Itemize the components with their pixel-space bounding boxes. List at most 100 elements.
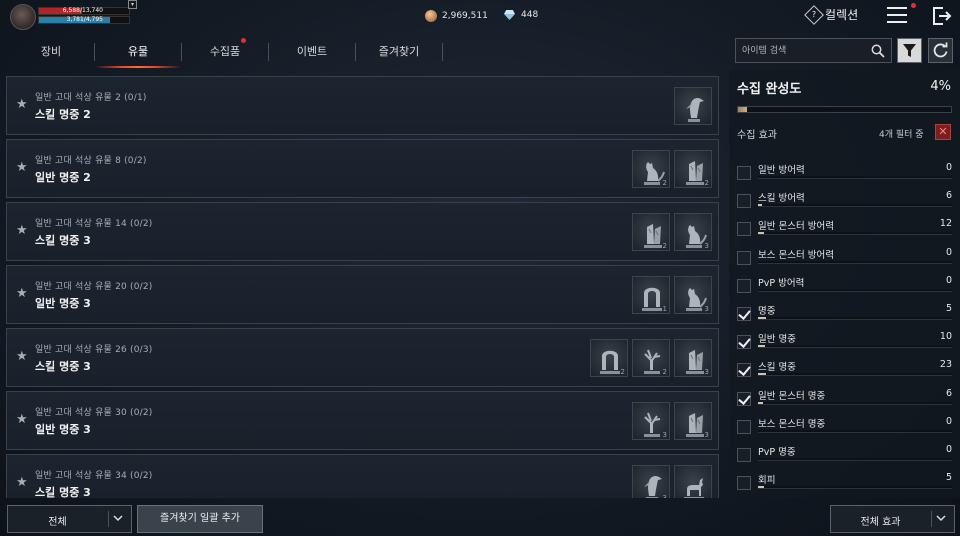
tab-collectibles[interactable]: 수집품 — [182, 38, 268, 64]
stat-filter-checkbox[interactable] — [737, 363, 751, 378]
relic-item-slot[interactable]: 3 — [674, 276, 712, 314]
relic-row[interactable]: ★ 일반 고대 석상 유물 8 (0/2) 일반 명중 222 — [6, 139, 719, 198]
stat-filter-checkbox[interactable] — [737, 448, 751, 462]
relic-item-slot[interactable]: 3 — [632, 465, 670, 498]
gem-amount: 448 — [521, 10, 539, 20]
item-count: 2 — [620, 368, 625, 376]
stat-filter-checkbox[interactable] — [737, 476, 751, 491]
stat-progress-bar — [758, 260, 952, 264]
relic-item-slot[interactable]: 3 — [632, 402, 670, 440]
stat-filter-checkbox[interactable] — [737, 419, 751, 434]
relic-filter-dropdown[interactable]: 전체 — [7, 505, 132, 533]
item-search-input[interactable] — [742, 43, 867, 59]
funnel-icon — [903, 44, 916, 57]
relic-set-name: 일반 고대 석상 유물 30 (0/2) — [35, 408, 153, 418]
tab-events[interactable]: 이벤트 — [269, 40, 355, 64]
relic-row[interactable]: ★ 일반 고대 석상 유물 26 (0/3) 스킬 명중 3 2 2 3 — [6, 328, 719, 387]
item-count: 3 — [662, 494, 667, 498]
refresh-icon — [933, 42, 948, 58]
item-search-box[interactable] — [735, 38, 892, 63]
item-count: 3 — [704, 368, 709, 376]
favorite-star-icon[interactable]: ★ — [16, 349, 28, 364]
relic-list[interactable]: ★ 일반 고대 석상 유물 2 (0/1) 스킬 명중 2 ★ 일반 고대 석상 유물 … — [6, 76, 720, 498]
favorite-star-icon[interactable]: ★ — [16, 286, 28, 301]
dropdown-divider — [931, 511, 932, 527]
relic-row[interactable]: ★ 일반 고대 석상 유물 2 (0/1) 스킬 명중 2 — [6, 76, 719, 135]
stat-filter-checkbox[interactable] — [737, 166, 751, 180]
relic-row[interactable]: ★ 일반 고대 석상 유물 14 (0/2) 스킬 명중 323 — [6, 202, 719, 261]
completion-progress-bar — [737, 106, 952, 113]
stat-filter-checkbox[interactable] — [737, 194, 751, 209]
relic-item-slot[interactable]: 3 — [674, 213, 712, 251]
stat-name: 보스 몬스터 방어력 — [758, 249, 834, 261]
stat-progress-bar — [758, 317, 952, 320]
stat-row: 일반 몬스터 명중 6 — [737, 387, 952, 415]
relic-item-slot[interactable]: 3 — [674, 402, 712, 440]
relic-item-slot[interactable]: 2 — [632, 213, 670, 251]
favorite-star-icon[interactable]: ★ — [16, 97, 28, 112]
relic-set-name: 일반 고대 석상 유물 26 (0/3) — [35, 345, 153, 355]
relic-item-slot[interactable]: 2 — [632, 339, 670, 377]
filter-button[interactable] — [897, 38, 922, 63]
stat-filter-checkbox[interactable] — [737, 250, 751, 265]
effect-filter-value: 전체 효과 — [860, 517, 901, 528]
tab-relics[interactable]: 유물 — [95, 40, 181, 68]
stat-name: PvP 명중 — [758, 447, 796, 458]
avatar[interactable] — [10, 4, 36, 30]
stat-row: 일반 몬스터 방어력 12 — [737, 217, 952, 245]
completion-percent: 4% — [930, 79, 951, 94]
relic-effect: 스킬 명중 3 — [35, 234, 91, 247]
stat-row: 스킬 방어력 6 — [737, 189, 952, 217]
top-bar: 6,588/13,740 3,781/4,795 ▾ 2,969,511 448… — [0, 0, 960, 36]
relic-item-slot[interactable]: 2 — [674, 150, 712, 188]
relic-row[interactable]: ★ 일반 고대 석상 유물 20 (0/2) 일반 명중 313 — [6, 265, 719, 324]
stat-name: 일반 방어력 — [758, 165, 805, 176]
mp-bar: 3,781/4,795 — [38, 16, 130, 24]
stat-filter-checkbox[interactable] — [737, 307, 751, 321]
stat-value: 6 — [945, 387, 952, 399]
hamburger-menu-icon[interactable] — [887, 7, 907, 24]
tab-favorites[interactable]: 즐겨찾기 — [356, 40, 442, 64]
stat-filter-checkbox[interactable] — [737, 391, 751, 406]
item-count: 2 — [662, 242, 667, 250]
stat-row: 일반 명중 10 — [737, 330, 952, 358]
stat-progress-bar — [758, 288, 952, 292]
relic-item-slot[interactable]: 3 — [674, 339, 712, 377]
relic-item-slot[interactable]: 2 — [632, 150, 670, 188]
relic-effect: 스킬 명중 2 — [35, 108, 91, 121]
favorite-star-icon[interactable]: ★ — [16, 160, 28, 175]
effect-filter-dropdown[interactable]: 전체 효과 — [830, 505, 955, 533]
chevron-down-icon — [113, 515, 123, 522]
question-diamond-icon: ? — [804, 4, 824, 25]
chevron-down-icon — [936, 515, 946, 522]
stat-filter-checkbox[interactable] — [737, 222, 751, 237]
tab-equipment[interactable]: 장비 — [8, 40, 94, 64]
stat-name: 일반 몬스터 방어력 — [758, 221, 834, 233]
favorite-star-icon[interactable]: ★ — [16, 223, 28, 238]
collection-effects-panel: 수집 완성도 4% 수집 효과 4개 필터 중 ✕ 일반 방어력 0 스킬 방어력 6… — [729, 70, 960, 498]
batch-add-favorites-button[interactable]: 즐겨찾기 일괄 추가 — [137, 505, 263, 533]
relic-item-slot[interactable]: 2 — [590, 339, 628, 377]
relic-item-slots: 22 — [632, 150, 712, 188]
stat-progress-bar — [758, 458, 952, 461]
item-count: 2 — [704, 179, 709, 187]
stat-name: 스킬 명중 — [758, 362, 796, 374]
relic-item-slots — [674, 87, 712, 125]
relic-row[interactable]: ★ 일반 고대 석상 유물 34 (0/2) 스킬 명중 3 3 — [6, 454, 719, 498]
gold-amount: 2,969,511 — [442, 11, 488, 21]
collection-button[interactable]: ? 컬렉션 — [804, 4, 858, 25]
stat-filter-checkbox[interactable] — [737, 278, 751, 293]
favorite-star-icon[interactable]: ★ — [16, 412, 28, 427]
relic-row[interactable]: ★ 일반 고대 석상 유물 30 (0/2) 일반 명중 333 — [6, 391, 719, 450]
stat-filter-checkbox[interactable] — [737, 335, 751, 350]
relic-item-slot[interactable] — [674, 465, 712, 498]
expand-status-button[interactable]: ▾ — [128, 0, 137, 9]
relic-item-slot[interactable]: 1 — [632, 276, 670, 314]
refresh-button[interactable] — [928, 38, 953, 63]
search-icon[interactable] — [871, 44, 885, 58]
relic-item-slot[interactable] — [674, 87, 712, 125]
clear-filters-button[interactable]: ✕ — [935, 124, 951, 140]
relic-set-name: 일반 고대 석상 유물 34 (0/2) — [35, 471, 153, 481]
exit-icon[interactable] — [932, 7, 952, 25]
favorite-star-icon[interactable]: ★ — [16, 475, 28, 490]
